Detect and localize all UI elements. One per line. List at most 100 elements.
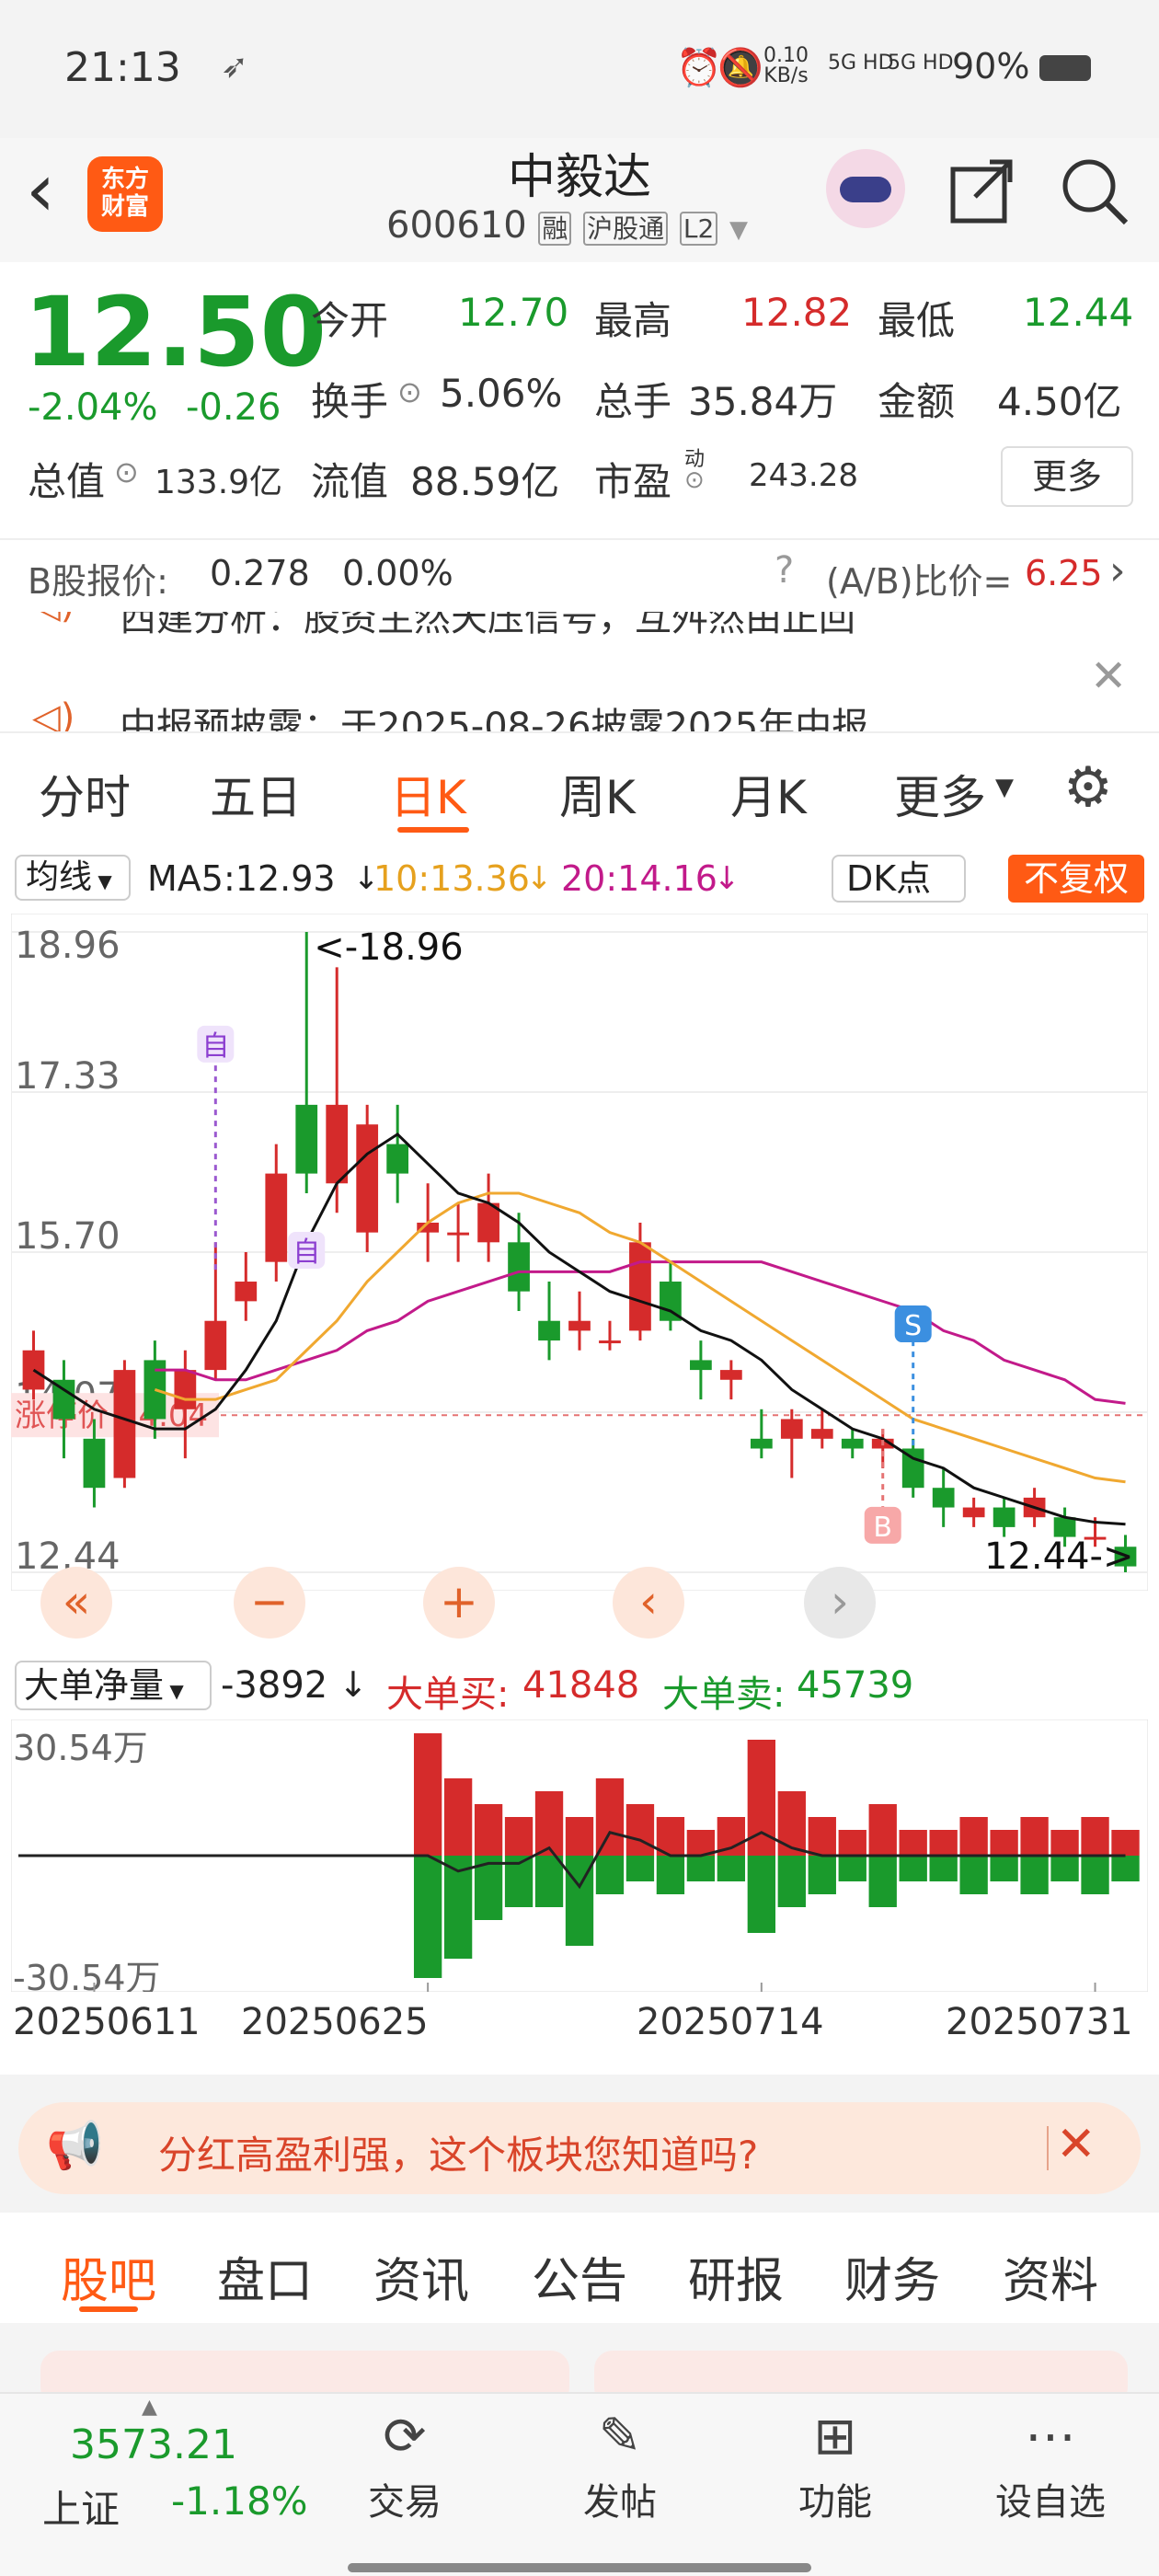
open-label: 今开 [311, 298, 389, 343]
tab-research[interactable]: 研报 [688, 2242, 784, 2311]
search-icon[interactable] [1058, 155, 1131, 228]
function-button[interactable]: ⊞ 功能 [752, 2407, 918, 2525]
big-sell-bar [1111, 1856, 1140, 1881]
big-buy-label: 大单买: [386, 1673, 510, 1716]
candle-body [235, 1282, 258, 1302]
candle-body [386, 1144, 409, 1174]
rewind-icon[interactable]: « [40, 1567, 112, 1639]
more-button[interactable]: 更多 [1001, 446, 1133, 507]
ab-ratio-label: (A/B)比价= [826, 561, 1013, 602]
candle-body [841, 1438, 864, 1449]
big-buy-bar [1111, 1830, 1140, 1856]
index-pct[interactable]: -1.18% [171, 2478, 308, 2524]
candle-body [204, 1320, 227, 1371]
tab-finance[interactable]: 财务 [844, 2242, 940, 2311]
amount-label: 金额 [878, 379, 956, 424]
change-value: -0.26 [186, 386, 281, 429]
big-order-selector[interactable]: 大单净量 ▼ [15, 1661, 212, 1710]
stock-code: 600610 [386, 204, 527, 247]
help-icon[interactable]: ? [775, 549, 794, 592]
y-tick-label: 18.96 [15, 925, 120, 967]
tab-more[interactable]: 更多 [894, 761, 986, 827]
low-label: 最低 [878, 298, 956, 343]
arrow-down-icon: ↓ [526, 860, 553, 897]
candle-body [750, 1438, 773, 1449]
chevron-left-icon[interactable]: ‹ [613, 1567, 684, 1639]
candle-body [1053, 1517, 1076, 1537]
ma-selector-label: 均线 [26, 858, 93, 896]
tab-daily-k[interactable]: 日K [390, 761, 466, 827]
tab-orderbook[interactable]: 盘口 [217, 2242, 313, 2311]
dk-point-button[interactable]: DK点 [832, 855, 966, 903]
more-dots-icon: ⋯ [1025, 2407, 1076, 2467]
notice-line-2[interactable]: 中报预披露：于2025-08-26披露2025年中报 [120, 696, 868, 731]
post-button[interactable]: ✎ 发帖 [537, 2407, 703, 2525]
big-y-max: 30.54万 [13, 1728, 148, 1768]
x-date-3: 20250714 [637, 2001, 824, 2043]
info-icon[interactable]: ⊙ [684, 466, 705, 494]
tag-l2[interactable]: L2 [679, 212, 718, 246]
tab-announcements[interactable]: 公告 [532, 2242, 627, 2311]
share-icon[interactable] [947, 156, 1017, 226]
ma-selector[interactable]: 均线 ▼ [15, 855, 131, 901]
marker-self-1: 自 [201, 1030, 229, 1063]
big-buy-bar [1050, 1830, 1079, 1856]
robot-assistant-icon[interactable] [826, 149, 905, 228]
gear-icon[interactable]: ⚙ [1063, 755, 1113, 820]
watchlist-button[interactable]: ⋯ 设自选 [968, 2407, 1133, 2525]
close-icon[interactable]: ✕ [1056, 2117, 1096, 2172]
tab-forum[interactable]: 股吧 [61, 2242, 156, 2311]
big-y-min: -30.54万 [13, 1958, 161, 1992]
candle-body [447, 1232, 469, 1236]
zoom-out-icon[interactable]: − [234, 1567, 305, 1639]
adjust-button[interactable]: 不复权 [1008, 855, 1144, 903]
tab-profile[interactable]: 资料 [1003, 2242, 1098, 2311]
change-pct: -2.04% [28, 386, 158, 429]
big-sell-label: 大单卖: [662, 1673, 786, 1716]
status-time: 21:13 [64, 44, 181, 91]
index-name[interactable]: 上证 [42, 2478, 120, 2535]
tab-weekly-k[interactable]: 周K [559, 761, 636, 827]
big-buy-bar [899, 1830, 927, 1856]
index-value[interactable]: 3573.21 [70, 2421, 237, 2468]
volume-label: 总手 [594, 379, 672, 424]
trade-button[interactable]: ⟳ 交易 [322, 2407, 488, 2525]
info-icon[interactable]: ⊙ [114, 454, 139, 489]
big-buy-bar [565, 1817, 594, 1856]
notice-line-1[interactable]: 西建分析：股资主然天压信号，互舛然由正回 [120, 612, 855, 641]
big-sell-bar [413, 1856, 442, 1978]
promo-banner[interactable]: 📢 分红高盈利强，这个板块您知道吗? ✕ [18, 2102, 1141, 2194]
pe-value: 243.28 [749, 457, 858, 494]
big-sell-bar [686, 1856, 716, 1881]
x-date-1: 20250611 [13, 2001, 201, 2043]
pe-label: 市盈 [594, 459, 672, 504]
tab-five-day[interactable]: 五日 [210, 761, 302, 827]
info-icon[interactable]: ⊙ [397, 374, 422, 409]
zoom-in-icon[interactable]: + [423, 1567, 495, 1639]
banner-text[interactable]: 分红高盈利强，这个板块您知道吗? [158, 2124, 758, 2180]
tab-intraday[interactable]: 分时 [39, 761, 131, 827]
y-tick-label: 17.33 [15, 1055, 120, 1098]
signal-2: 5G HD [888, 52, 954, 75]
chevron-right-icon[interactable]: › [804, 1567, 876, 1639]
close-icon[interactable]: ✕ [1090, 650, 1127, 702]
big-buy-bar [868, 1804, 897, 1856]
marker-sell: S [904, 1310, 922, 1342]
big-buy-bar [413, 1733, 442, 1856]
candle-body [629, 1242, 651, 1331]
float-label: 流值 [311, 459, 389, 504]
megaphone-icon: ◁) [32, 696, 75, 731]
chevron-down-icon[interactable]: ▼ [729, 216, 748, 244]
tab-news[interactable]: 资讯 [373, 2242, 469, 2311]
chevron-right-icon[interactable]: › [1109, 547, 1126, 594]
big-buy-value: 41848 [522, 1664, 640, 1707]
grid-icon: ⊞ [813, 2407, 857, 2467]
tab-monthly-k[interactable]: 月K [730, 761, 807, 827]
candlestick-chart[interactable]: 18.9617.3315.7014.0712.44涨停价 14.04<-18.9… [11, 914, 1148, 1591]
mute-icon: 🔕 [717, 47, 763, 89]
big-sell-bar [899, 1856, 927, 1881]
big-order-selector-label: 大单净量 [24, 1665, 165, 1706]
big-sell-bar [1050, 1856, 1079, 1881]
big-order-chart[interactable]: 30.54万 -30.54万 [11, 1719, 1148, 1992]
float-value: 88.59亿 [410, 459, 560, 504]
